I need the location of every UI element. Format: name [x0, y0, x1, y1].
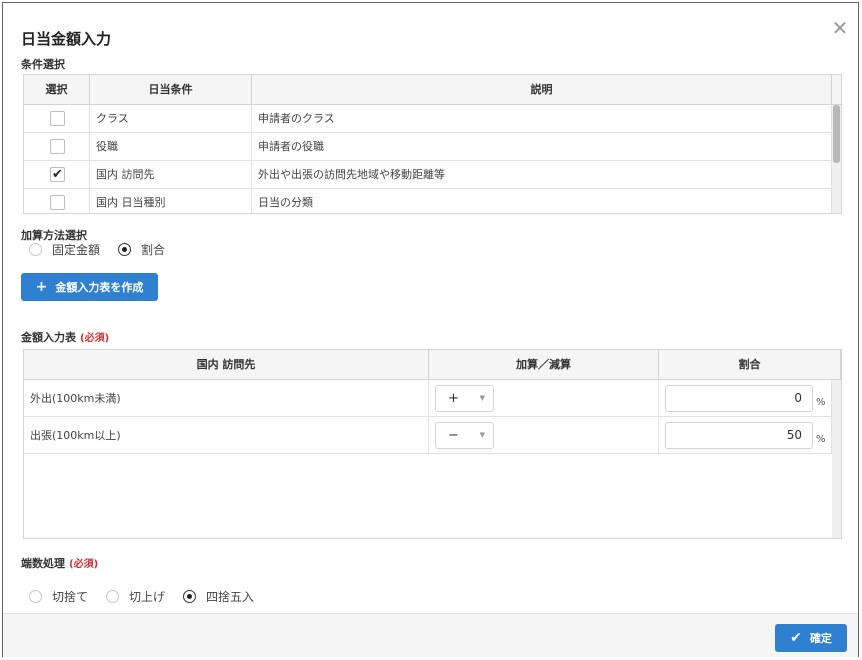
header-condition: 日当条件 — [90, 75, 252, 105]
condition-description: 外出や出張の訪問先地域や移動距離等 — [252, 161, 832, 189]
condition-name: 役職 — [90, 133, 252, 161]
check-icon: ✔ — [790, 630, 802, 646]
row-label: 出張(100km以上) — [24, 417, 429, 454]
confirm-button[interactable]: ✔ 確定 — [775, 624, 847, 652]
method-radio-group: 固定金額 割合 — [29, 241, 183, 258]
conditions-table: 選択 日当条件 説明 クラス 申請者のクラス 役職 申請者の役職 ✔ 国内 訪問… — [23, 74, 842, 214]
radio-button[interactable] — [29, 243, 42, 256]
condition-name: 国内 日当種別 — [90, 189, 252, 213]
conditions-table-header: 選択 日当条件 説明 — [24, 75, 841, 105]
required-marker: (必須) — [69, 559, 99, 570]
header-select: 選択 — [24, 75, 90, 105]
radio-button-selected[interactable] — [183, 590, 197, 603]
condition-description: 申請者の役職 — [252, 133, 832, 161]
header-description: 説明 — [252, 75, 832, 105]
sign-select[interactable]: + ▼ — [435, 385, 494, 412]
percent-unit: % — [816, 434, 826, 445]
chevron-down-icon: ▼ — [479, 394, 485, 402]
table-row[interactable]: クラス 申請者のクラス — [24, 105, 832, 133]
condition-description: 申請者のクラス — [252, 105, 832, 133]
rounding-section-label: 端数処理 (必須) — [21, 557, 99, 570]
radio-round-up[interactable]: 切上げ — [106, 588, 165, 605]
row-label: 外出(100km未満) — [24, 380, 429, 417]
create-amount-table-button[interactable]: + 金額入力表を作成 — [21, 273, 158, 301]
required-marker: (必須) — [80, 333, 110, 344]
plus-icon: + — [35, 279, 48, 295]
condition-name: クラス — [90, 105, 252, 133]
rounding-radio-group: 切捨て 切上げ 四捨五入 — [29, 588, 272, 605]
ratio-input[interactable]: 0 — [665, 385, 813, 412]
condition-description: 日当の分類 — [252, 189, 832, 213]
dialog-footer: ✔ 確定 — [3, 613, 858, 657]
table-row[interactable]: 国内 日当種別 日当の分類 — [24, 189, 832, 213]
chevron-down-icon: ▼ — [479, 431, 485, 439]
header-destination: 国内 訪問先 — [24, 350, 429, 380]
ratio-input[interactable]: 50 — [665, 422, 813, 449]
radio-button[interactable] — [29, 590, 42, 603]
conditions-scrollbar[interactable] — [832, 105, 841, 213]
amount-table-scrollbar[interactable] — [832, 380, 841, 538]
amount-table: 国内 訪問先 加算／減算 割合 外出(100km未満) + ▼ 0 % 出張(1… — [23, 349, 842, 539]
table-row[interactable]: 役職 申請者の役職 — [24, 133, 832, 161]
table-row: 外出(100km未満) + ▼ 0 % — [24, 380, 832, 417]
radio-button-selected[interactable] — [118, 243, 132, 256]
radio-round-down[interactable]: 切捨て — [29, 588, 88, 605]
radio-fixed-amount[interactable]: 固定金額 — [29, 241, 100, 258]
row-checkbox[interactable] — [50, 139, 65, 154]
scrollbar-thumb[interactable] — [833, 105, 840, 163]
check-icon[interactable]: ✔ — [50, 167, 65, 182]
amount-table-section-label: 金額入力表 (必須) — [21, 331, 110, 344]
daily-allowance-dialog: 日当金額入力 ✕ 条件選択 選択 日当条件 説明 クラス 申請者のクラス 役職 … — [2, 2, 859, 657]
amount-table-header: 国内 訪問先 加算／減算 割合 — [24, 350, 841, 380]
radio-round-half-up[interactable]: 四捨五入 — [183, 588, 254, 605]
row-checkbox[interactable] — [50, 195, 65, 210]
conditions-section-label: 条件選択 — [21, 58, 65, 71]
table-row[interactable]: ✔ 国内 訪問先 外出や出張の訪問先地域や移動距離等 — [24, 161, 832, 189]
dialog-title: 日当金額入力 — [21, 30, 112, 48]
percent-unit: % — [816, 397, 826, 408]
header-ratio: 割合 — [659, 350, 841, 380]
radio-button[interactable] — [106, 590, 120, 603]
row-checkbox[interactable] — [50, 111, 65, 126]
table-row: 出張(100km以上) − ▼ 50 % — [24, 417, 832, 454]
radio-ratio[interactable]: 割合 — [118, 241, 165, 258]
header-add-subtract: 加算／減算 — [429, 350, 659, 380]
sign-select[interactable]: − ▼ — [435, 422, 494, 449]
condition-name: 国内 訪問先 — [90, 161, 252, 189]
close-icon[interactable]: ✕ — [829, 17, 851, 39]
